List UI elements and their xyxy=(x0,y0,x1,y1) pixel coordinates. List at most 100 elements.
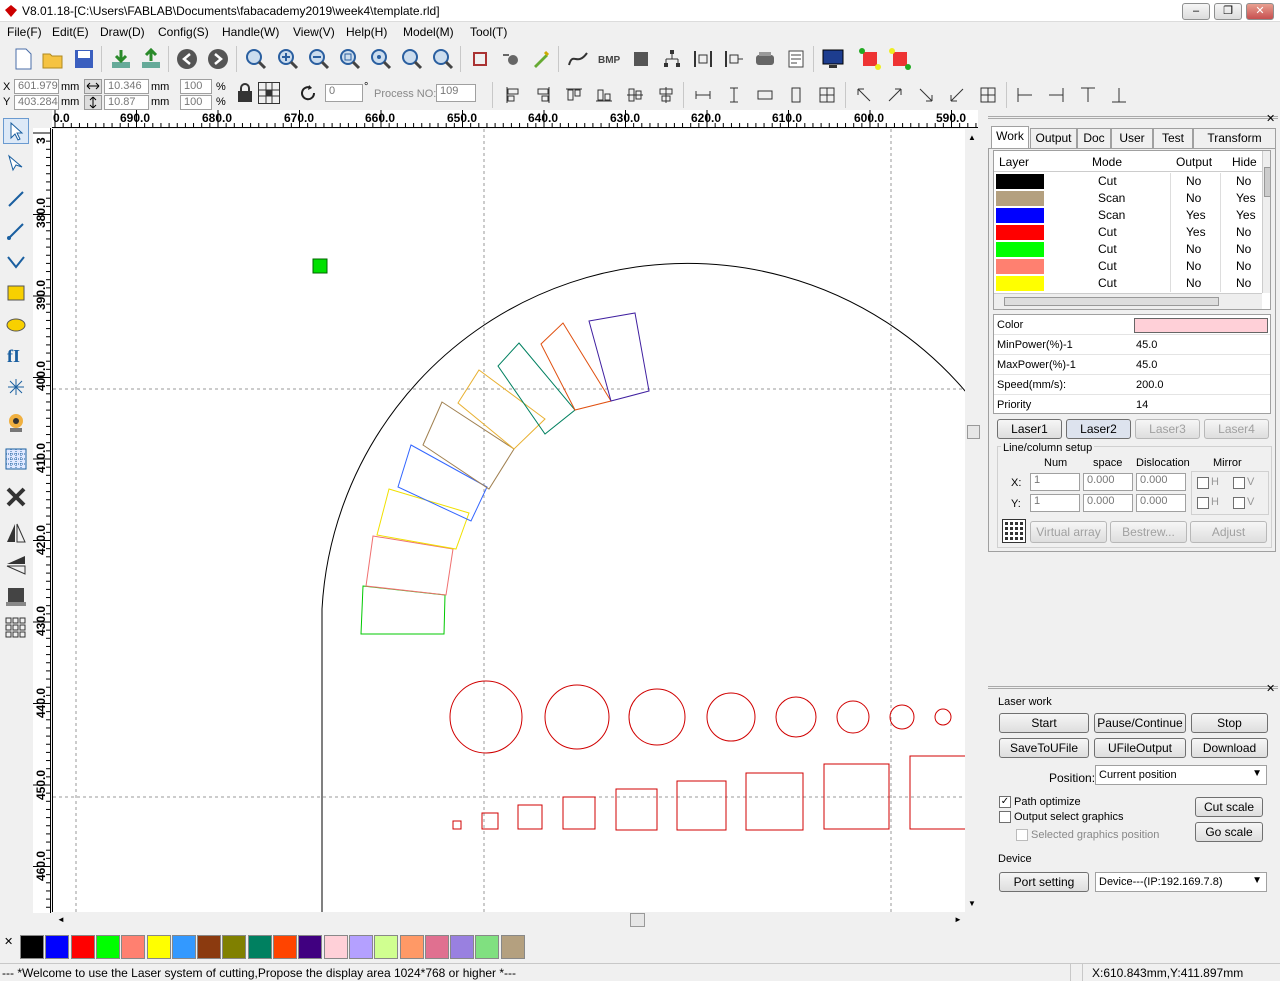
layer-output[interactable]: Yes xyxy=(1186,225,1206,239)
align-bottom-icon[interactable] xyxy=(591,82,617,108)
move-bottom-left-icon[interactable] xyxy=(944,82,970,108)
pan-icon[interactable] xyxy=(430,46,456,72)
cut-machine-icon[interactable] xyxy=(752,46,778,72)
layer-hide[interactable]: No xyxy=(1236,174,1251,188)
simulate-icon[interactable] xyxy=(498,46,524,72)
array-x-space[interactable]: 0.000 xyxy=(1083,473,1133,491)
align-right-icon[interactable] xyxy=(530,82,556,108)
select-frame-icon[interactable] xyxy=(467,46,493,72)
download-button[interactable]: Download xyxy=(1191,738,1268,758)
palette-swatch[interactable] xyxy=(424,935,449,959)
drawing-canvas[interactable] xyxy=(52,129,965,912)
curve-icon[interactable] xyxy=(565,46,591,72)
layer-output[interactable]: No xyxy=(1186,259,1201,273)
selected-position-checkbox[interactable] xyxy=(1016,829,1028,841)
layer-output[interactable]: No xyxy=(1186,276,1201,290)
zoom-icon[interactable] xyxy=(243,46,269,72)
mirror-x-v-checkbox[interactable] xyxy=(1233,477,1245,489)
bestrew-button[interactable]: Bestrew... xyxy=(1110,521,1187,543)
align-top-icon[interactable] xyxy=(561,82,587,108)
equal-space-icon[interactable] xyxy=(783,82,809,108)
curve-tool-icon[interactable] xyxy=(3,249,29,275)
x-position-field[interactable]: 601.979 xyxy=(14,79,59,94)
tab-user[interactable]: User xyxy=(1111,128,1153,148)
palette-swatch[interactable] xyxy=(500,935,525,959)
output-select-checkbox[interactable] xyxy=(999,811,1011,823)
zoom-page-icon[interactable] xyxy=(368,46,394,72)
layer-hide[interactable]: No xyxy=(1236,242,1251,256)
layer-row[interactable]: Scan No Yes xyxy=(994,190,1262,207)
start-button[interactable]: Start xyxy=(999,713,1089,733)
camera-tool-icon[interactable] xyxy=(3,410,29,436)
grid-anchor-icon[interactable] xyxy=(258,82,280,104)
layer-row[interactable]: Cut No No xyxy=(994,241,1262,258)
cut-scale-button[interactable]: Cut scale xyxy=(1195,797,1263,817)
horizontal-scrollbar[interactable]: ◄ ► xyxy=(52,912,965,929)
same-height-icon[interactable] xyxy=(721,82,747,108)
align-left-icon[interactable] xyxy=(500,82,526,108)
move-top-left-icon[interactable] xyxy=(851,82,877,108)
menu-model[interactable]: Model(M) xyxy=(403,25,454,39)
height-field[interactable]: 10.87 xyxy=(104,95,149,110)
scale-x-field[interactable]: 100 xyxy=(180,79,212,94)
center-icon[interactable] xyxy=(814,82,840,108)
mirror-y-h-checkbox[interactable] xyxy=(1197,497,1209,509)
delete-tool-icon[interactable] xyxy=(3,484,29,510)
layer-hide[interactable]: No xyxy=(1236,225,1251,239)
left-edge-icon[interactable] xyxy=(1012,82,1038,108)
layer-hscroll[interactable] xyxy=(994,293,1262,309)
move-bottom-right-icon[interactable] xyxy=(913,82,939,108)
new-file-icon[interactable] xyxy=(10,46,36,72)
layer-hide[interactable]: No xyxy=(1236,259,1251,273)
top-edge-icon[interactable] xyxy=(1075,82,1101,108)
prop-priority-value[interactable]: 14 xyxy=(1136,399,1148,411)
layer-output[interactable]: No xyxy=(1186,174,1201,188)
bmp-icon[interactable]: BMP xyxy=(596,46,622,72)
ufile-output-button[interactable]: UFileOutput xyxy=(1094,738,1186,758)
layer-mode[interactable]: Scan xyxy=(1098,191,1125,205)
array-tool-icon[interactable] xyxy=(3,615,29,641)
menu-file[interactable]: File(F) xyxy=(7,25,42,39)
rectangle-tool-icon[interactable] xyxy=(3,280,29,306)
palette-swatch[interactable] xyxy=(70,935,95,959)
virtual-array-icon[interactable] xyxy=(1002,519,1026,543)
menu-view[interactable]: View(V) xyxy=(293,25,335,39)
layer-row[interactable]: Cut No No xyxy=(994,258,1262,275)
save-file-icon[interactable] xyxy=(71,46,97,72)
layer-mode[interactable]: Scan xyxy=(1098,208,1125,222)
adjust-button[interactable]: Adjust xyxy=(1190,521,1267,543)
mirror-x-h-checkbox[interactable] xyxy=(1197,477,1209,489)
array-x-num[interactable]: 1 xyxy=(1030,473,1080,491)
panel-close-icon[interactable]: ✕ xyxy=(1266,112,1275,125)
vscroll-thumb[interactable] xyxy=(967,425,980,439)
layer-hide[interactable]: Yes xyxy=(1236,208,1256,222)
frame-yellow-icon[interactable] xyxy=(887,46,913,72)
hscroll-thumb[interactable] xyxy=(630,913,645,927)
width-field[interactable]: 10.346 xyxy=(104,79,149,94)
layer-color-swatch[interactable] xyxy=(996,208,1044,223)
menu-config[interactable]: Config(S) xyxy=(158,25,209,39)
y-position-field[interactable]: 403.284 xyxy=(14,95,59,110)
menu-draw[interactable]: Draw(D) xyxy=(100,25,145,39)
palette-swatch[interactable] xyxy=(146,935,171,959)
angle-field[interactable]: 0 xyxy=(325,84,363,102)
bottom-edge-icon[interactable] xyxy=(1106,82,1132,108)
doc-setting-icon[interactable] xyxy=(783,46,809,72)
layer-color-swatch[interactable] xyxy=(996,191,1044,206)
layer-output[interactable]: Yes xyxy=(1186,208,1206,222)
path-optimize-checkbox[interactable]: ✓ xyxy=(999,796,1011,808)
mirror-v-tool-icon[interactable] xyxy=(3,552,29,578)
laser4-button[interactable]: Laser4 xyxy=(1204,419,1269,439)
point-tool-icon[interactable] xyxy=(3,374,29,400)
distribute-v-icon[interactable] xyxy=(721,46,747,72)
layer-output[interactable]: No xyxy=(1186,242,1201,256)
layer-vscroll[interactable] xyxy=(1262,151,1270,293)
palette-swatch[interactable] xyxy=(247,935,272,959)
layer-row[interactable]: Scan Yes Yes xyxy=(994,207,1262,224)
save-to-ufile-button[interactable]: SaveToUFile xyxy=(999,738,1089,758)
palette-swatch[interactable] xyxy=(348,935,373,959)
line-tool-icon[interactable] xyxy=(3,186,29,212)
text-tool-icon[interactable]: fI xyxy=(3,342,29,368)
virtual-array-button[interactable]: Virtual array xyxy=(1030,521,1107,543)
same-size-icon[interactable] xyxy=(752,82,778,108)
